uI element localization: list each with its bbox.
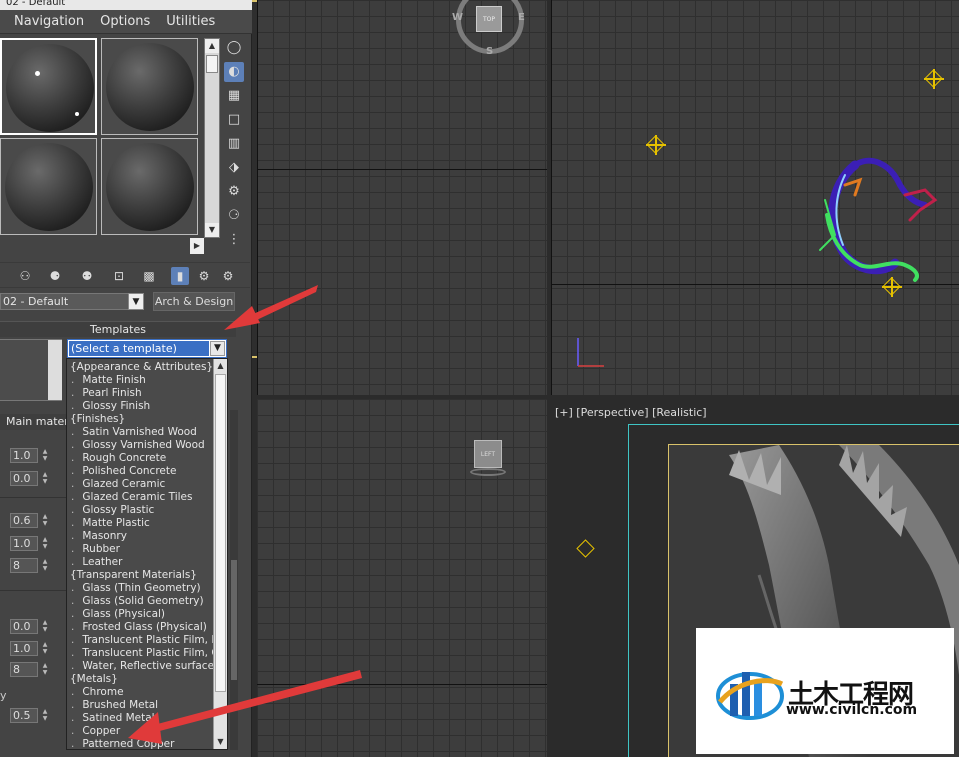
annotation-arrows [128,285,362,744]
annotation-arrow-head [128,712,162,744]
annotation-arrow-head [224,306,260,330]
axis-tripod-icon [577,338,604,367]
annotation-arrow [150,670,362,733]
app-root: 02 - Default Navigation Options Utilitie… [0,0,959,757]
